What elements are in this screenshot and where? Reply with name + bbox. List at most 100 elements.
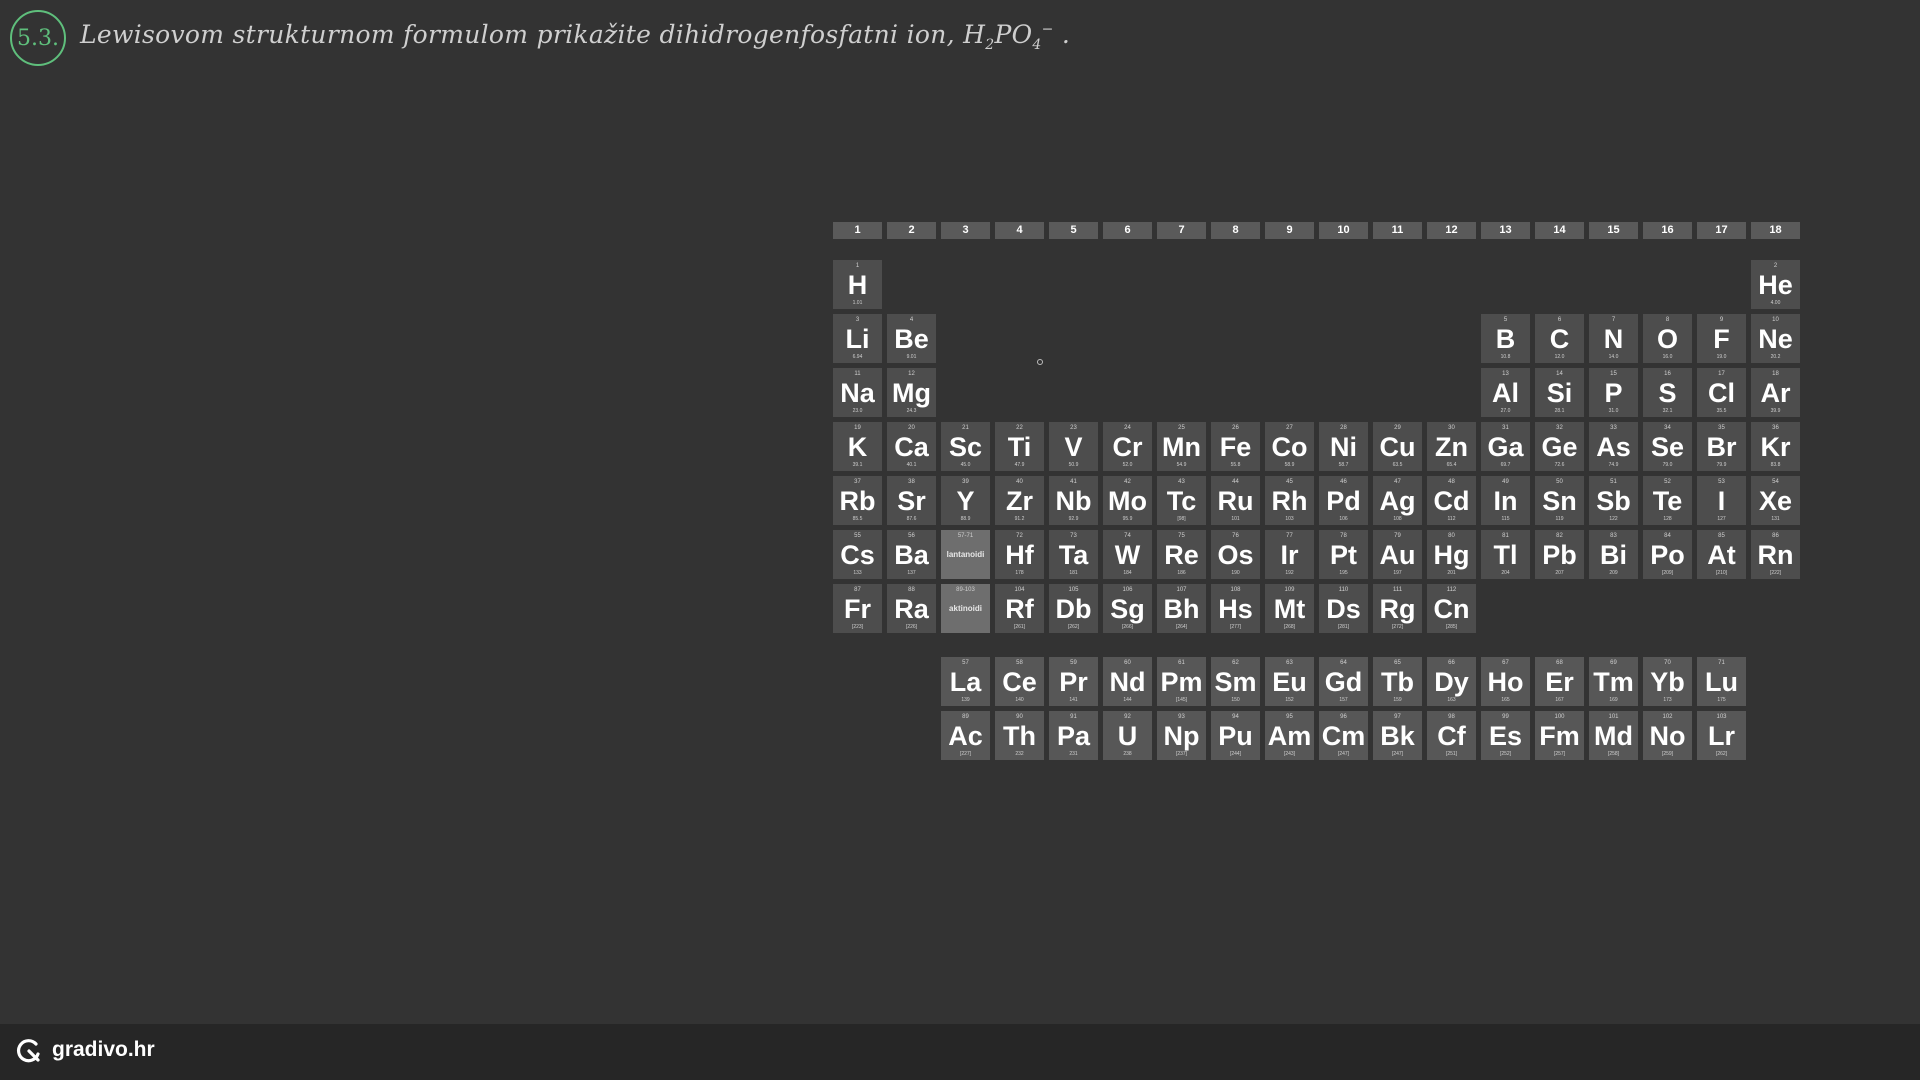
element-i[interactable]: 53 I 127 xyxy=(1697,476,1746,525)
element-cm[interactable]: 96 Cm [247] xyxy=(1319,711,1368,760)
element-n[interactable]: 7 N 14.0 xyxy=(1589,314,1638,363)
element-la[interactable]: 57 La 139 xyxy=(941,657,990,706)
element-np[interactable]: 93 Np [237] xyxy=(1157,711,1206,760)
element-md[interactable]: 101 Md [258] xyxy=(1589,711,1638,760)
element-ho[interactable]: 67 Ho 165 xyxy=(1481,657,1530,706)
element-ne[interactable]: 10 Ne 20.2 xyxy=(1751,314,1800,363)
element-rg[interactable]: 111 Rg [272] xyxy=(1373,584,1422,633)
element-nd[interactable]: 60 Nd 144 xyxy=(1103,657,1152,706)
element-ra[interactable]: 88 Ra [226] xyxy=(887,584,936,633)
element-gd[interactable]: 64 Gd 157 xyxy=(1319,657,1368,706)
element-as[interactable]: 33 As 74.9 xyxy=(1589,422,1638,471)
element-na[interactable]: 11 Na 23.0 xyxy=(833,368,882,417)
element-he[interactable]: 2 He 4.00 xyxy=(1751,260,1800,309)
element-pu[interactable]: 94 Pu [244] xyxy=(1211,711,1260,760)
element-ni[interactable]: 28 Ni 58.7 xyxy=(1319,422,1368,471)
element-pb[interactable]: 82 Pb 207 xyxy=(1535,530,1584,579)
element-db[interactable]: 105 Db [262] xyxy=(1049,584,1098,633)
element-cs[interactable]: 55 Cs 133 xyxy=(833,530,882,579)
element-es[interactable]: 99 Es [252] xyxy=(1481,711,1530,760)
element-pd[interactable]: 46 Pd 106 xyxy=(1319,476,1368,525)
element-ar[interactable]: 18 Ar 39.9 xyxy=(1751,368,1800,417)
element-u[interactable]: 92 U 238 xyxy=(1103,711,1152,760)
element-er[interactable]: 68 Er 167 xyxy=(1535,657,1584,706)
element-cf[interactable]: 98 Cf [251] xyxy=(1427,711,1476,760)
element-fm[interactable]: 100 Fm [257] xyxy=(1535,711,1584,760)
element-fe[interactable]: 26 Fe 55.8 xyxy=(1211,422,1260,471)
element-os[interactable]: 76 Os 190 xyxy=(1211,530,1260,579)
element-be[interactable]: 4 Be 9.01 xyxy=(887,314,936,363)
element-ba[interactable]: 56 Ba 137 xyxy=(887,530,936,579)
element-v[interactable]: 23 V 50.9 xyxy=(1049,422,1098,471)
element-zr[interactable]: 40 Zr 91.2 xyxy=(995,476,1044,525)
element-bk[interactable]: 97 Bk [247] xyxy=(1373,711,1422,760)
element-te[interactable]: 52 Te 128 xyxy=(1643,476,1692,525)
element-bi[interactable]: 83 Bi 209 xyxy=(1589,530,1638,579)
element-rf[interactable]: 104 Rf [261] xyxy=(995,584,1044,633)
element-aktinoidi[interactable]: 89-103 aktinoidi xyxy=(941,584,990,633)
element-rn[interactable]: 86 Rn [222] xyxy=(1751,530,1800,579)
element-s[interactable]: 16 S 32.1 xyxy=(1643,368,1692,417)
element-nb[interactable]: 41 Nb 92.9 xyxy=(1049,476,1098,525)
element-ta[interactable]: 73 Ta 181 xyxy=(1049,530,1098,579)
element-am[interactable]: 95 Am [243] xyxy=(1265,711,1314,760)
element-sr[interactable]: 38 Sr 87.6 xyxy=(887,476,936,525)
element-po[interactable]: 84 Po [209] xyxy=(1643,530,1692,579)
element-mn[interactable]: 25 Mn 54.9 xyxy=(1157,422,1206,471)
element-hs[interactable]: 108 Hs [277] xyxy=(1211,584,1260,633)
element-co[interactable]: 27 Co 58.9 xyxy=(1265,422,1314,471)
element-cu[interactable]: 29 Cu 63.5 xyxy=(1373,422,1422,471)
element-lu[interactable]: 71 Lu 175 xyxy=(1697,657,1746,706)
element-sm[interactable]: 62 Sm 150 xyxy=(1211,657,1260,706)
element-li[interactable]: 3 Li 6.94 xyxy=(833,314,882,363)
element-no[interactable]: 102 No [259] xyxy=(1643,711,1692,760)
element-mo[interactable]: 42 Mo 95.9 xyxy=(1103,476,1152,525)
element-xe[interactable]: 54 Xe 131 xyxy=(1751,476,1800,525)
element-b[interactable]: 5 B 10.8 xyxy=(1481,314,1530,363)
element-tl[interactable]: 81 Tl 204 xyxy=(1481,530,1530,579)
element-at[interactable]: 85 At [210] xyxy=(1697,530,1746,579)
element-eu[interactable]: 63 Eu 152 xyxy=(1265,657,1314,706)
element-ti[interactable]: 22 Ti 47.9 xyxy=(995,422,1044,471)
element-o[interactable]: 8 O 16.0 xyxy=(1643,314,1692,363)
element-ir[interactable]: 77 Ir 192 xyxy=(1265,530,1314,579)
element-ga[interactable]: 31 Ga 69.7 xyxy=(1481,422,1530,471)
element-pa[interactable]: 91 Pa 231 xyxy=(1049,711,1098,760)
element-sc[interactable]: 21 Sc 45.0 xyxy=(941,422,990,471)
element-se[interactable]: 34 Se 79.0 xyxy=(1643,422,1692,471)
element-zn[interactable]: 30 Zn 65.4 xyxy=(1427,422,1476,471)
element-cr[interactable]: 24 Cr 52.0 xyxy=(1103,422,1152,471)
element-sg[interactable]: 106 Sg [266] xyxy=(1103,584,1152,633)
element-rb[interactable]: 37 Rb 85.5 xyxy=(833,476,882,525)
element-cl[interactable]: 17 Cl 35.5 xyxy=(1697,368,1746,417)
element-au[interactable]: 79 Au 197 xyxy=(1373,530,1422,579)
element-y[interactable]: 39 Y 88.9 xyxy=(941,476,990,525)
element-sb[interactable]: 51 Sb 122 xyxy=(1589,476,1638,525)
element-c[interactable]: 6 C 12.0 xyxy=(1535,314,1584,363)
element-kr[interactable]: 36 Kr 83.8 xyxy=(1751,422,1800,471)
element-k[interactable]: 19 K 39.1 xyxy=(833,422,882,471)
element-yb[interactable]: 70 Yb 173 xyxy=(1643,657,1692,706)
element-hg[interactable]: 80 Hg 201 xyxy=(1427,530,1476,579)
element-tb[interactable]: 65 Tb 159 xyxy=(1373,657,1422,706)
element-lr[interactable]: 103 Lr [262] xyxy=(1697,711,1746,760)
element-ds[interactable]: 110 Ds [281] xyxy=(1319,584,1368,633)
element-h[interactable]: 1 H 1.01 xyxy=(833,260,882,309)
element-in[interactable]: 49 In 115 xyxy=(1481,476,1530,525)
element-th[interactable]: 90 Th 232 xyxy=(995,711,1044,760)
element-sn[interactable]: 50 Sn 119 xyxy=(1535,476,1584,525)
element-rh[interactable]: 45 Rh 103 xyxy=(1265,476,1314,525)
element-ge[interactable]: 32 Ge 72.6 xyxy=(1535,422,1584,471)
element-ce[interactable]: 58 Ce 140 xyxy=(995,657,1044,706)
element-bh[interactable]: 107 Bh [264] xyxy=(1157,584,1206,633)
element-w[interactable]: 74 W 184 xyxy=(1103,530,1152,579)
element-pm[interactable]: 61 Pm [145] xyxy=(1157,657,1206,706)
element-mt[interactable]: 109 Mt [268] xyxy=(1265,584,1314,633)
element-f[interactable]: 9 F 19.0 xyxy=(1697,314,1746,363)
element-ag[interactable]: 47 Ag 108 xyxy=(1373,476,1422,525)
element-cd[interactable]: 48 Cd 112 xyxy=(1427,476,1476,525)
element-hf[interactable]: 72 Hf 178 xyxy=(995,530,1044,579)
element-pt[interactable]: 78 Pt 195 xyxy=(1319,530,1368,579)
element-ac[interactable]: 89 Ac [227] xyxy=(941,711,990,760)
element-fr[interactable]: 87 Fr [223] xyxy=(833,584,882,633)
